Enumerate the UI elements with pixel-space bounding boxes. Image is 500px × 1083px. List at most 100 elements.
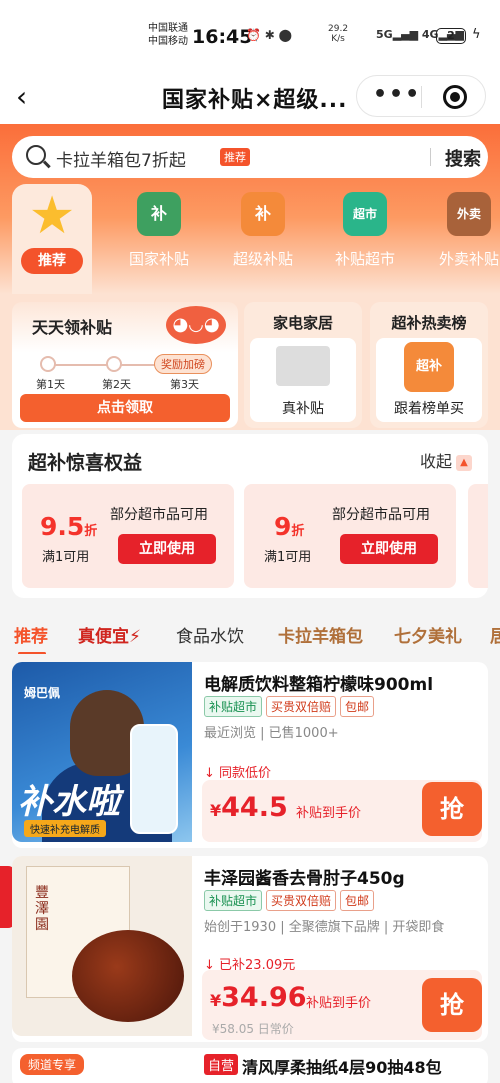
super-subsidy-icon: 补 <box>241 192 285 236</box>
status-bar: 中国联通 中国移动 16:45 ⏰ ✱ ⬤ 29.2 K/s 5G▂▄▆ 4G▂▄▆… <box>0 0 500 70</box>
perks-section: 超补惊喜权益 收起 ▲ 9.5折 满1可用 部分超市品可用 立即使用 9折 满1可… <box>12 434 488 598</box>
price-box: ¥44.5 补贴到手价 抢 <box>202 780 482 842</box>
price-note: ↓ 同款低价 <box>204 766 272 781</box>
day-label: 第2天 <box>102 378 131 391</box>
category-label: 补贴超市 <box>334 250 395 268</box>
coupon-amount: 9折 <box>274 512 305 541</box>
coupon-condition: 满1可用 <box>264 550 312 565</box>
search-button[interactable]: 搜索 <box>445 145 481 171</box>
product-card[interactable]: 频道专享 自营 清风厚柔抽纸4层90抽48包 <box>12 1048 488 1083</box>
badge: 包邮 <box>340 890 375 911</box>
product-card[interactable]: 姆巴佩 补水啦 快速补充电解质 电解质饮料整箱柠檬味900ml 补贴超市 买贵双倍… <box>12 662 488 848</box>
coupon-desc: 部分超市品可用 <box>332 507 430 523</box>
nav-bar: ‹ 国家补贴×超级... ••• <box>0 70 500 124</box>
category-label: 国家补贴 <box>128 250 189 268</box>
tab-recommend[interactable]: 推荐 <box>14 622 48 654</box>
coupon-desc: 部分超市品可用 <box>110 507 208 523</box>
close-target-icon[interactable] <box>443 85 467 109</box>
badge: 包邮 <box>340 696 375 717</box>
claim-button[interactable]: 点击领取 <box>20 394 230 422</box>
category-row: ★ 推荐 补 国家补贴 补 超级补贴 超市 补贴超市 外卖 外卖补贴 <box>0 184 500 294</box>
tab-qixi[interactable]: 七夕美礼 <box>394 622 462 647</box>
search-bar[interactable]: 卡拉羊箱包7折起 推荐 搜索 <box>12 136 488 178</box>
day-label: 第1天 <box>36 378 65 391</box>
star-icon: ★ <box>28 186 76 246</box>
progress-dot <box>106 356 122 372</box>
product-image: 姆巴佩 补水啦 快速补充电解质 <box>12 662 192 842</box>
product-badges: 补贴超市 买贵双倍赔 包邮 <box>204 890 378 911</box>
search-tag: 推荐 <box>220 148 250 166</box>
category-label: 超级补贴 <box>232 250 293 268</box>
appliance-image <box>276 346 330 386</box>
use-coupon-button[interactable]: 立即使用 <box>118 534 216 564</box>
card-inner: 真补贴 <box>250 338 356 422</box>
hot-ranking-card[interactable]: 超补热卖榜 超补 跟着榜单买 <box>370 302 488 428</box>
chevron-up-icon: ▲ <box>456 454 473 471</box>
category-label: 推荐 <box>21 248 83 274</box>
subsidy-icon: 补 <box>137 192 181 236</box>
search-divider <box>430 148 431 166</box>
supermarket-icon: 超市 <box>343 192 387 236</box>
grab-button[interactable]: 抢 <box>422 782 482 836</box>
category-supermarket[interactable]: 超市 补贴超市 <box>320 188 410 269</box>
category-recommend[interactable]: ★ 推荐 <box>12 184 92 294</box>
section-title: 超补惊喜权益 <box>28 452 143 474</box>
mascot-icon: ◕◡◕ <box>166 306 226 344</box>
network-speed: 29.2 K/s <box>328 24 349 44</box>
product-price: ¥34.96 <box>210 982 307 1013</box>
image-caption: 快速补充电解质 <box>24 820 106 837</box>
product-meta: 最近浏览 | 已售1000+ <box>204 726 339 741</box>
channel-badge: 频道专享 <box>20 1054 85 1075</box>
use-coupon-button[interactable]: 立即使用 <box>340 534 438 564</box>
search-icon <box>26 145 46 165</box>
tab-home[interactable]: 居 <box>490 622 500 647</box>
image-bottle <box>130 724 178 834</box>
image-text: 姆巴佩 <box>24 686 61 700</box>
daily-subsidy-card[interactable]: 天天领补贴 ◕◡◕ 奖励加磅 第1天 第2天 第3天 点击领取 <box>12 302 238 428</box>
tab-cheap[interactable]: 真便宜⚡ <box>78 622 141 647</box>
hero-header: 卡拉羊箱包7折起 推荐 搜索 ★ 推荐 补 国家补贴 补 超级补贴 超市 补贴超… <box>0 124 500 294</box>
badge: 买贵双倍赔 <box>266 890 337 911</box>
coupon-amount: 9.5折 <box>40 512 98 541</box>
price-label: 补贴到手价 <box>306 996 372 1011</box>
category-label: 外卖补贴 <box>438 250 499 268</box>
takeout-icon: 外卖 <box>447 192 491 236</box>
category-takeout[interactable]: 外卖 外卖补贴 <box>424 188 500 269</box>
status-icons: ⏰ ✱ ⬤ <box>246 28 293 42</box>
coupon-card-partial <box>468 484 488 588</box>
original-price: ¥58.05 日常价 <box>212 1022 294 1036</box>
product-badges: 补贴超市 买贵双倍赔 包邮 <box>204 696 378 717</box>
price-box: ¥34.96 补贴到手价 ¥58.05 日常价 抢 <box>202 970 482 1040</box>
card-subtitle: 真补贴 <box>282 401 324 417</box>
progress-dot <box>40 356 56 372</box>
promo-row: 天天领补贴 ◕◡◕ 奖励加磅 第1天 第2天 第3天 点击领取 家电家居 真补贴… <box>0 294 500 430</box>
product-card[interactable]: 豐澤園 丰泽园酱香去骨肘子450g 补贴超市 买贵双倍赔 包邮 始创于1930 | … <box>12 856 488 1042</box>
product-title: 清风厚柔抽纸4层90抽48包 <box>242 1058 442 1077</box>
product-title: 电解质饮料整箱柠檬味900ml <box>204 675 434 695</box>
grab-button[interactable]: 抢 <box>422 978 482 1032</box>
tab-luggage[interactable]: 卡拉羊箱包 <box>278 622 363 647</box>
coupon-card: 9.5折 满1可用 部分超市品可用 立即使用 <box>22 484 234 588</box>
reward-chip: 奖励加磅 <box>154 354 212 374</box>
badge: 补贴超市 <box>204 696 263 717</box>
tab-food-drinks[interactable]: 食品水饮 <box>176 622 244 647</box>
category-super-subsidy[interactable]: 补 超级补贴 <box>218 188 308 269</box>
battery-icon: 2 <box>436 28 466 44</box>
search-input[interactable]: 卡拉羊箱包7折起 <box>56 146 186 171</box>
category-national-subsidy[interactable]: 补 国家补贴 <box>114 188 204 269</box>
appliance-card[interactable]: 家电家居 真补贴 <box>244 302 362 428</box>
self-operated-badge: 自营 <box>204 1054 239 1075</box>
more-icon[interactable]: ••• <box>373 82 421 107</box>
collapse-button[interactable]: 收起 ▲ <box>420 448 473 472</box>
ranking-icon: 超补 <box>404 342 454 392</box>
coupon-card: 9折 满1可用 部分超市品可用 立即使用 <box>244 484 456 588</box>
feed-tabs: 推荐 真便宜⚡ 食品水饮 卡拉羊箱包 七夕美礼 居 <box>0 610 500 654</box>
card-subtitle: 跟着榜单买 <box>394 401 464 417</box>
image-headline: 补水啦 <box>18 782 120 822</box>
day-label: 第3天 <box>170 378 199 391</box>
back-icon[interactable]: ‹ <box>16 80 27 113</box>
mini-program-capsule: ••• <box>356 75 486 117</box>
card-inner: 超补 跟着榜单买 <box>376 338 482 422</box>
image-meat <box>72 930 184 1022</box>
price-label: 补贴到手价 <box>296 806 362 821</box>
